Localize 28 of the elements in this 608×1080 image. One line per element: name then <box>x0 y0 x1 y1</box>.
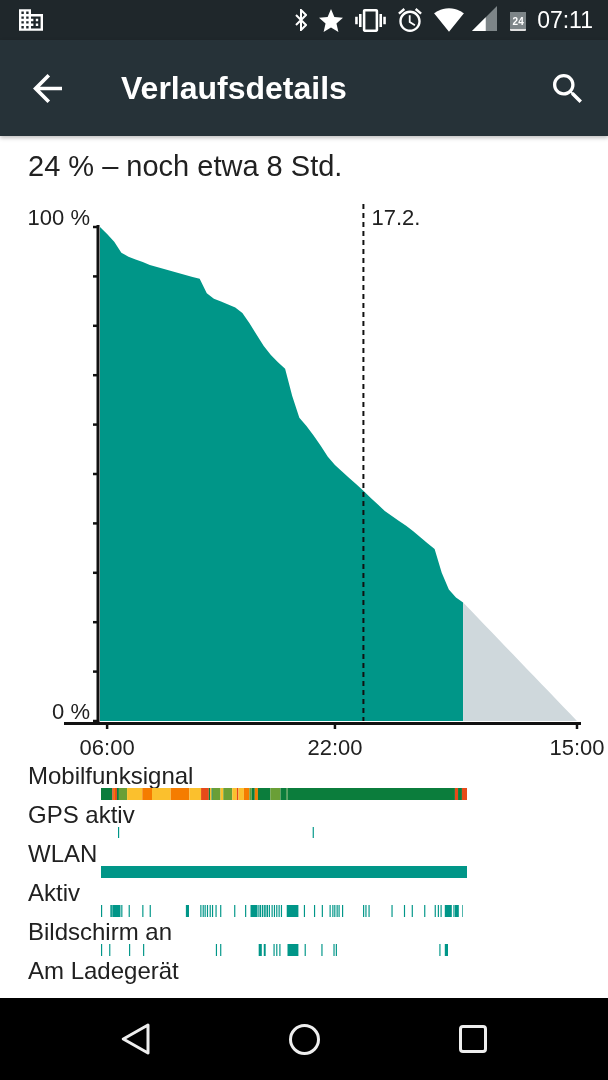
date-label: 17.2. <box>371 205 421 230</box>
building-icon <box>19 9 43 31</box>
axis-label: 22:00 <box>307 735 363 760</box>
axis-label: 0 % <box>52 699 90 724</box>
cell-signal-icon <box>472 5 498 31</box>
home-circle-icon <box>289 1023 320 1055</box>
screen-title: Verlaufsdetails <box>121 70 347 106</box>
timeline-label: Mobilfunksignal <box>28 764 194 788</box>
bluetooth-icon <box>295 9 308 31</box>
timeline-label: Bildschirm an <box>28 920 173 944</box>
timeline-label: Aktiv <box>28 881 80 905</box>
square-icon <box>459 1025 487 1053</box>
timeline-label: WLAN <box>28 842 98 866</box>
back-arrow-icon <box>33 73 62 103</box>
vibrate-icon <box>355 8 387 32</box>
battery-summary: 24 % – noch etwa 8 Std. <box>28 149 343 183</box>
timeline-label: GPS aktiv <box>28 803 135 827</box>
back-triangle-icon <box>121 1023 150 1055</box>
battery-icon: 24 <box>510 9 527 31</box>
axis-label: 15:00 <box>549 735 605 760</box>
timeline-label: Am Ladegerät <box>28 959 179 983</box>
alarm-clock-icon <box>398 8 423 32</box>
wifi-icon <box>434 8 465 32</box>
status-time: 07:11 <box>537 7 593 33</box>
axis-label: 100 % <box>27 205 90 230</box>
axis-label: 06:00 <box>79 735 135 760</box>
search-icon <box>553 73 582 103</box>
star-icon <box>319 8 344 32</box>
